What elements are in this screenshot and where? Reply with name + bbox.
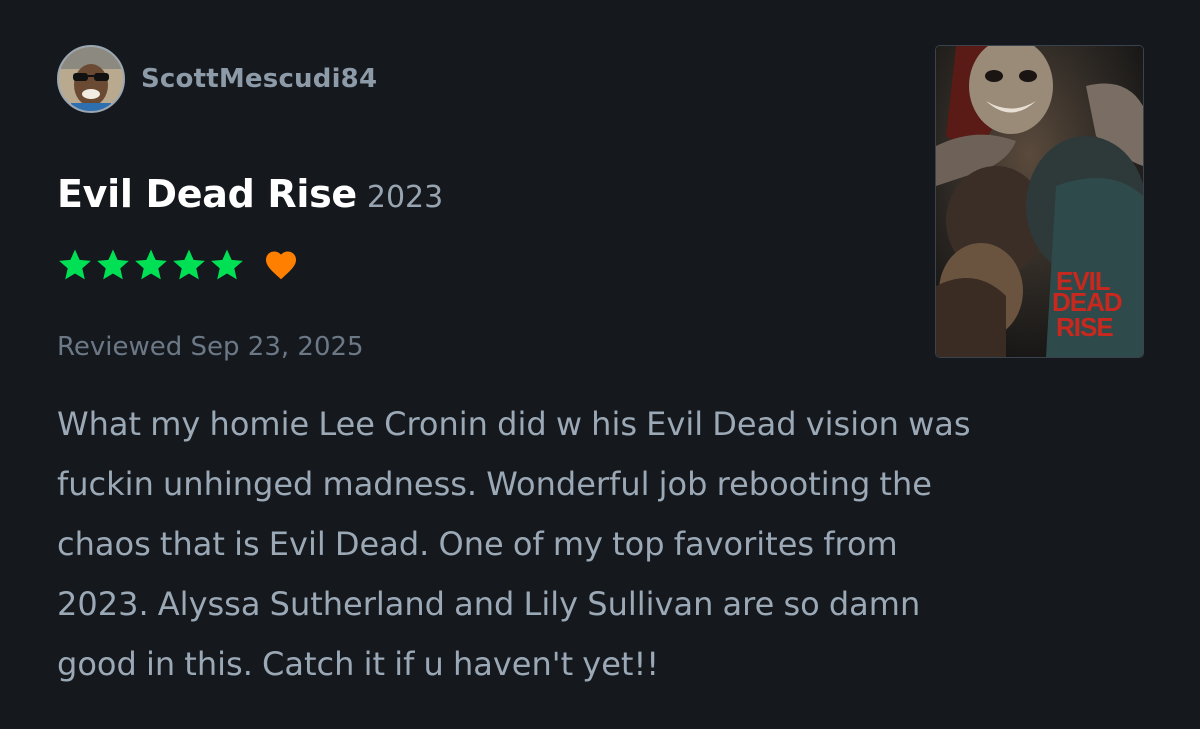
review-card: ScottMescudi84 Evil Dead Rise 2023 Revie…	[0, 0, 1200, 729]
star-icon	[173, 249, 205, 280]
film-poster[interactable]: EVIL DEAD RISE	[935, 45, 1144, 358]
star-icon	[211, 249, 243, 280]
rating-row	[56, 246, 299, 284]
film-title-row: Evil Dead Rise 2023	[57, 172, 443, 216]
film-title[interactable]: Evil Dead Rise	[57, 172, 357, 216]
username[interactable]: ScottMescudi84	[141, 64, 377, 94]
avatar[interactable]	[57, 45, 125, 113]
heart-icon	[266, 251, 296, 280]
review-date: Reviewed Sep 23, 2025	[57, 332, 364, 362]
poster-title-line: RISE	[1056, 312, 1113, 342]
film-year[interactable]: 2023	[367, 180, 443, 215]
star-rating	[56, 246, 246, 284]
star-icon	[59, 249, 91, 280]
review-body: What my homie Lee Cronin did w his Evil …	[57, 405, 971, 683]
star-icon	[97, 249, 129, 280]
review-header: ScottMescudi84	[57, 45, 377, 113]
star-icon	[135, 249, 167, 280]
